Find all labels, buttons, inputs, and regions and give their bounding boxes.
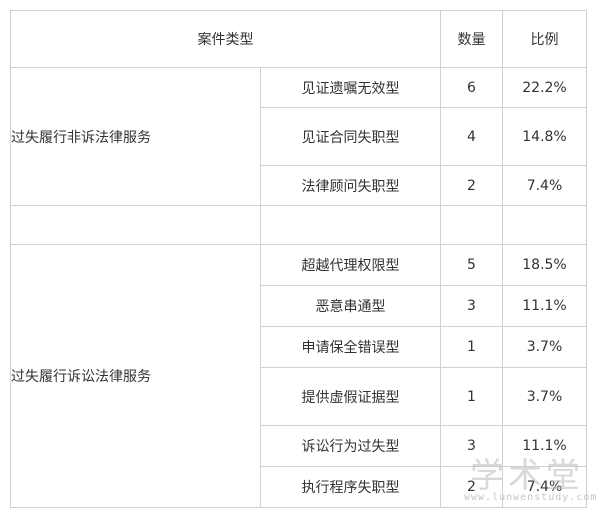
subtype-cell: 申请保全错误型 <box>260 326 441 368</box>
ratio-cell: 3.7% <box>502 367 587 426</box>
group-cell-litigation: 过失履行诉讼法律服务 <box>10 244 261 508</box>
subtype-cell <box>260 205 441 245</box>
ratio-cell: 11.1% <box>502 285 587 327</box>
ratio-cell: 7.4% <box>502 165 587 206</box>
table-row: 过失履行诉讼法律服务 超越代理权限型 5 18.5% <box>10 244 587 508</box>
subtype-cell: 执行程序失职型 <box>260 466 441 508</box>
count-cell <box>440 205 503 245</box>
subtype-cell: 恶意串通型 <box>260 285 441 327</box>
count-cell: 1 <box>440 367 503 426</box>
ratio-cell: 18.5% <box>502 244 587 286</box>
subtype-cell: 超越代理权限型 <box>260 244 441 286</box>
subtype-cell: 提供虚假证据型 <box>260 367 441 426</box>
ratio-cell: 14.8% <box>502 107 587 166</box>
ratio-cell: 3.7% <box>502 326 587 368</box>
group-cell-nonlitigation: 过失履行非诉法律服务 <box>10 67 261 206</box>
subtype-cell: 见证遗嘱无效型 <box>260 67 441 108</box>
count-cell: 5 <box>440 244 503 286</box>
table-row: 过失履行非诉法律服务 见证遗嘱无效型 6 22.2% <box>10 67 587 206</box>
subtype-cell: 诉讼行为过失型 <box>260 425 441 467</box>
ratio-cell: 11.1% <box>502 425 587 467</box>
header-case-type: 案件类型 <box>10 10 441 68</box>
count-cell: 3 <box>440 425 503 467</box>
table-row-blank <box>10 205 587 245</box>
count-cell: 2 <box>440 165 503 206</box>
header-ratio: 比例 <box>502 10 587 68</box>
count-cell: 6 <box>440 67 503 108</box>
header-count: 数量 <box>440 10 503 68</box>
subtype-cell: 见证合同失职型 <box>260 107 441 166</box>
count-cell: 4 <box>440 107 503 166</box>
count-cell: 2 <box>440 466 503 508</box>
blank-cell <box>10 205 261 245</box>
count-cell: 1 <box>440 326 503 368</box>
ratio-cell: 22.2% <box>502 67 587 108</box>
header-row: 案件类型 数量 比例 <box>10 10 587 68</box>
case-type-table: 案件类型 数量 比例 过失履行非诉法律服务 见证遗嘱无效型 6 22.2% 见证… <box>10 10 587 508</box>
count-cell: 3 <box>440 285 503 327</box>
ratio-cell <box>502 205 587 245</box>
ratio-cell: 7.4% <box>502 466 587 508</box>
subtype-cell: 法律顾问失职型 <box>260 165 441 206</box>
